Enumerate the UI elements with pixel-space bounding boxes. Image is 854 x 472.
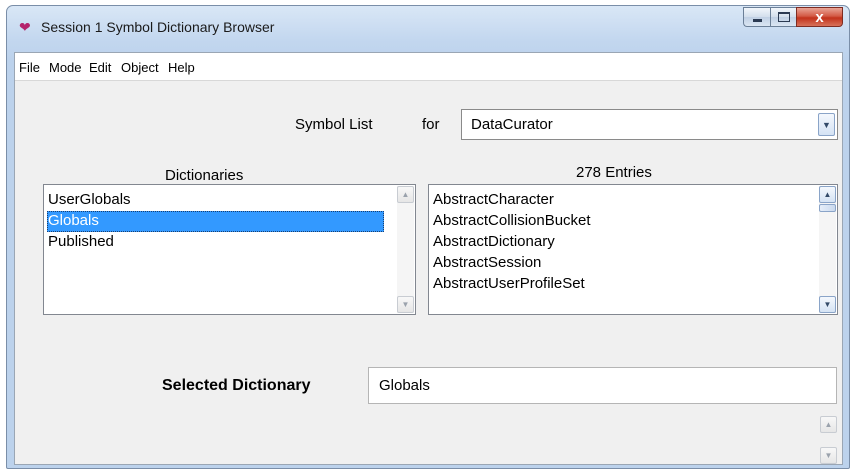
maximize-icon (777, 12, 790, 22)
chevron-down-icon: ▼ (824, 451, 833, 460)
chevron-down-icon: ▼ (822, 119, 831, 130)
scroll-down-button[interactable]: ▼ (397, 296, 414, 313)
minimize-icon (752, 18, 762, 22)
dictionary-item-published[interactable]: Published (47, 232, 395, 253)
menu-bar: File Mode Edit Object Help (15, 53, 842, 81)
chevron-up-icon: ▲ (823, 190, 832, 199)
window-controls: x (743, 7, 843, 27)
maximize-button[interactable] (770, 7, 796, 27)
menu-object[interactable]: Object (121, 60, 159, 75)
minimize-button[interactable] (743, 7, 770, 27)
scroll-down-button[interactable]: ▼ (820, 447, 837, 464)
selected-dictionary-field[interactable]: Globals (368, 367, 837, 404)
selected-dictionary-label: Selected Dictionary (162, 377, 311, 394)
app-window: ❤ Session 1 Symbol Dictionary Browser x … (6, 5, 850, 469)
entries-scrollbar[interactable]: ▲ ▼ (819, 186, 836, 313)
chevron-up-icon: ▲ (824, 420, 833, 429)
menu-edit[interactable]: Edit (89, 60, 111, 75)
entries-count-header: 278 Entries (576, 164, 652, 181)
chevron-down-icon: ▼ (823, 300, 832, 309)
window-title: Session 1 Symbol Dictionary Browser (41, 19, 275, 35)
dictionaries-scrollbar[interactable]: ▲ ▼ (397, 186, 414, 313)
close-button[interactable]: x (796, 7, 843, 27)
entry-item[interactable]: AbstractUserProfileSet (432, 274, 585, 295)
user-select-value: DataCurator (471, 116, 553, 133)
entry-item[interactable]: AbstractSession (432, 253, 541, 274)
scroll-thumb[interactable] (819, 204, 836, 212)
scroll-up-button[interactable]: ▲ (397, 186, 414, 203)
scroll-up-button[interactable]: ▲ (820, 416, 837, 433)
details-scrollbar[interactable]: ▲ ▼ (820, 416, 837, 464)
entry-item[interactable]: AbstractCollisionBucket (432, 211, 591, 232)
user-select[interactable]: DataCurator ▼ (461, 109, 838, 140)
chevron-up-icon: ▲ (401, 190, 410, 199)
selected-dictionary-value: Globals (379, 377, 430, 394)
menu-file[interactable]: File (19, 60, 40, 75)
entry-item[interactable]: AbstractCharacter (432, 190, 554, 211)
menu-mode[interactable]: Mode (49, 60, 82, 75)
title-bar[interactable]: ❤ Session 1 Symbol Dictionary Browser x (7, 6, 849, 51)
chevron-down-icon: ▼ (401, 300, 410, 309)
menu-help[interactable]: Help (168, 60, 195, 75)
symbol-list-label: Symbol List (295, 116, 373, 133)
close-icon: x (815, 8, 824, 26)
entries-list[interactable]: AbstractCharacter AbstractCollisionBucke… (428, 184, 838, 315)
client-area: File Mode Edit Object Help Symbol List f… (14, 52, 843, 465)
entry-item[interactable]: AbstractDictionary (432, 232, 555, 253)
dictionary-item-globals[interactable]: Globals (47, 211, 384, 232)
dictionary-item-userglobals[interactable]: UserGlobals (47, 190, 395, 211)
scroll-up-button[interactable]: ▲ (819, 186, 836, 203)
scroll-down-button[interactable]: ▼ (819, 296, 836, 313)
dictionaries-list[interactable]: UserGlobals Globals Published ▲ ▼ (43, 184, 416, 315)
gem-icon: ❤ (19, 19, 31, 35)
user-select-dropdown-button[interactable]: ▼ (818, 113, 835, 136)
dictionaries-header: Dictionaries (165, 167, 244, 184)
symbol-list-for-label: for (422, 116, 440, 133)
